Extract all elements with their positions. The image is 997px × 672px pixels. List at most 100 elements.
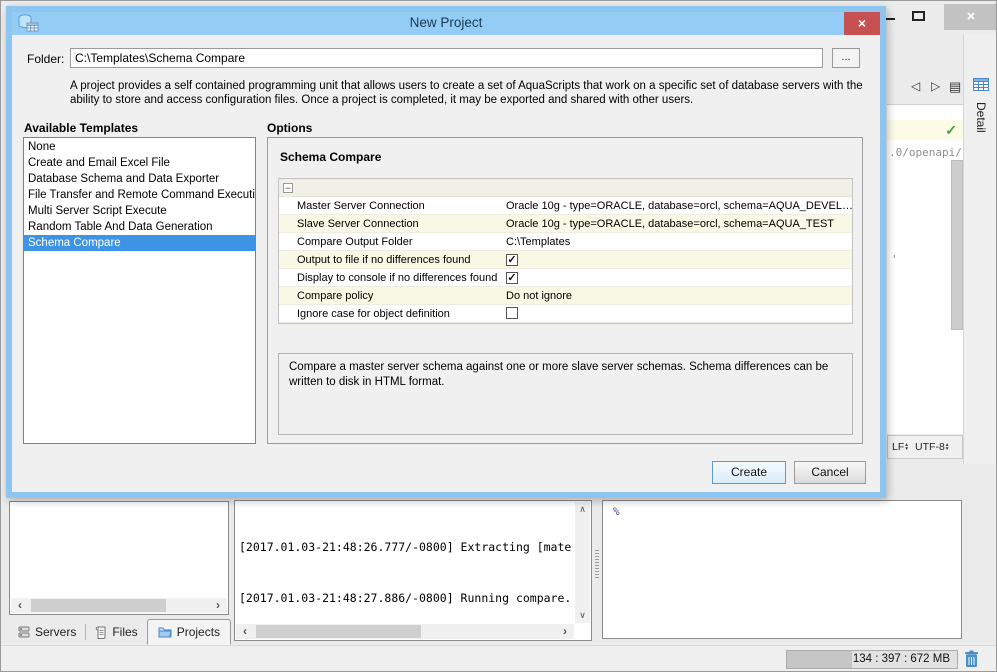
server-icon <box>18 626 30 638</box>
option-name: Compare Output Folder <box>297 236 413 248</box>
checkbox-unchecked[interactable] <box>506 307 518 319</box>
encoding-indicator[interactable]: UTF-8 ▴ ▾ <box>915 441 949 453</box>
console-line: [2017.01.03-21:48:27.886/-0800] Running … <box>239 591 572 606</box>
option-value: ✓ <box>501 269 852 286</box>
editor-scrollbar-thumb[interactable] <box>951 160 963 330</box>
updown-icon: ▴ ▾ <box>945 442 949 452</box>
script-output-panel: % <box>602 500 962 639</box>
editor-current-line: ✓ <box>887 120 963 140</box>
updown-icon: ▴ ▾ <box>905 442 909 452</box>
templates-list: None Create and Email Excel File Databas… <box>23 137 256 444</box>
collapse-icon[interactable]: − <box>283 183 293 193</box>
bottom-tab-bar: Servers Files Projects <box>9 618 232 646</box>
status-bar: 134 : 397 : 672 MB <box>1 645 996 671</box>
option-row: Compare Output Folder C:\Templates <box>279 233 852 251</box>
tab-projects[interactable]: Projects <box>146 619 232 645</box>
scroll-right-icon[interactable]: › <box>558 624 572 639</box>
console-log: [2017.01.03-21:48:26.777/-0800] Extracti… <box>239 504 573 620</box>
template-item[interactable]: Database Schema and Data Exporter <box>24 171 255 187</box>
scroll-up-icon[interactable]: ∧ <box>575 504 590 515</box>
tab-detail[interactable]: Detail <box>974 102 988 133</box>
dialog-title: New Project <box>409 15 483 30</box>
horizontal-scrollbar[interactable]: ‹ › <box>236 624 574 639</box>
console-line: [2017.01.03-21:48:26.777/-0800] Extracti… <box>239 539 573 554</box>
project-tree-panel: ‹ › <box>9 501 229 615</box>
folder-input[interactable] <box>70 48 823 68</box>
editor-mark: ' <box>891 253 898 266</box>
option-value[interactable]: Oracle 10g - type=ORACLE, database=orcl,… <box>501 197 852 214</box>
option-row: Ignore case for object definition <box>279 305 852 323</box>
eol-indicator[interactable]: LF ▴ ▾ <box>892 441 908 453</box>
main-close-button[interactable]: × <box>944 4 996 30</box>
panel-splitter-handle[interactable] <box>595 550 599 580</box>
list-view-icon[interactable]: ▤ <box>949 79 961 95</box>
trash-icon <box>964 650 984 668</box>
option-row: Master Server Connection Oracle 10g - ty… <box>279 197 852 215</box>
template-item-selected[interactable]: Schema Compare <box>24 235 255 251</box>
browse-button[interactable]: ... <box>832 48 860 68</box>
template-item[interactable]: Multi Server Script Execute <box>24 203 255 219</box>
scrollbar-thumb[interactable] <box>31 599 166 612</box>
option-name: Master Server Connection <box>297 200 425 212</box>
app-window: × ◁ ▷ ▤ ✓ .0/openapi/ ' Detail LF ▴ ▾ UT… <box>0 0 997 672</box>
garbage-collect-button[interactable] <box>964 650 984 670</box>
options-group-header: − <box>279 179 852 197</box>
scroll-right-icon[interactable]: › <box>211 598 225 613</box>
options-panel-title: Schema Compare <box>280 150 382 164</box>
template-item[interactable]: File Transfer and Remote Command Executi… <box>24 187 255 203</box>
dialog-body: Folder: ... A project provides a self co… <box>12 35 880 484</box>
dialog-close-button[interactable]: × <box>844 12 880 35</box>
editor-status-bar: LF ▴ ▾ UTF-8 ▴ ▾ <box>887 435 963 459</box>
horizontal-scrollbar[interactable]: ‹ › <box>11 598 227 613</box>
editor-pane: ✓ .0/openapi/ ' <box>887 104 963 434</box>
create-button[interactable]: Create <box>712 461 786 484</box>
templates-header: Available Templates <box>24 121 139 135</box>
folder-label: Folder: <box>27 52 65 66</box>
folder-icon <box>158 626 172 638</box>
template-description: Compare a master server schema against o… <box>278 353 853 435</box>
option-name: Output to file if no differences found <box>297 254 471 266</box>
scroll-left-icon[interactable]: ‹ <box>13 598 27 613</box>
option-name: Display to console if no differences fou… <box>297 272 498 284</box>
scroll-down-icon[interactable]: ∨ <box>575 610 590 621</box>
tab-servers[interactable]: Servers <box>9 621 85 643</box>
table-grid-icon <box>973 78 989 91</box>
checkbox-checked[interactable]: ✓ <box>506 272 518 284</box>
options-grid: − Master Server Connection Oracle 10g - … <box>278 178 853 324</box>
new-project-dialog: New Project × Folder: ... A project prov… <box>6 6 886 498</box>
option-row: Slave Server Connection Oracle 10g - typ… <box>279 215 852 233</box>
close-icon: × <box>966 8 976 25</box>
project-description: A project provides a self contained prog… <box>70 80 863 106</box>
template-item[interactable]: Create and Email Excel File <box>24 155 255 171</box>
option-name: Ignore case for object definition <box>297 308 450 320</box>
close-icon: × <box>857 15 867 31</box>
option-row: Display to console if no differences fou… <box>279 269 852 287</box>
nav-back-icon[interactable]: ◁ <box>911 79 920 93</box>
options-panel: Schema Compare − Master Server Connectio… <box>267 137 863 444</box>
checkbox-checked[interactable]: ✓ <box>506 254 518 266</box>
option-value[interactable]: C:\Templates <box>501 233 852 250</box>
nav-forward-icon[interactable]: ▷ <box>931 79 940 93</box>
tab-files[interactable]: Files <box>86 621 146 643</box>
option-name: Slave Server Connection <box>297 218 419 230</box>
template-item[interactable]: Random Table And Data Generation <box>24 219 255 235</box>
memory-gauge-fill <box>787 651 852 668</box>
scroll-left-icon[interactable]: ‹ <box>238 624 252 639</box>
memory-gauge[interactable]: 134 : 397 : 672 MB <box>786 650 958 669</box>
scrollbar-thumb[interactable] <box>256 625 421 638</box>
cancel-button[interactable]: Cancel <box>794 461 866 484</box>
option-value <box>501 305 852 322</box>
option-value[interactable]: Oracle 10g - type=ORACLE, database=orcl,… <box>501 215 852 232</box>
dialog-titlebar: New Project × <box>12 12 880 35</box>
editor-text: .0/openapi/ <box>889 146 962 159</box>
console-panel: [2017.01.03-21:48:26.777/-0800] Extracti… <box>234 500 592 641</box>
check-icon: ✓ <box>945 122 957 138</box>
maximize-icon <box>912 11 925 21</box>
options-header: Options <box>267 121 313 135</box>
option-value[interactable]: Do not ignore <box>501 287 852 304</box>
template-item[interactable]: None <box>24 139 255 155</box>
option-row: Output to file if no differences found ✓ <box>279 251 852 269</box>
maximize-button[interactable] <box>909 7 929 27</box>
option-value: ✓ <box>501 251 852 268</box>
vertical-scrollbar[interactable]: ∧ ∨ <box>575 502 590 623</box>
